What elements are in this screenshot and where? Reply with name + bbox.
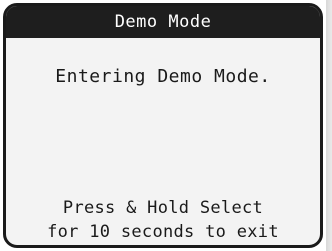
device-bezel-edge: [326, 0, 332, 251]
device-screen: Demo Mode Entering Demo Mode. Press & Ho…: [3, 3, 323, 248]
instruction-line-2: for 10 seconds to exit: [47, 222, 279, 242]
instruction-line-1: Press & Hold Select: [62, 198, 264, 218]
screen-title: Demo Mode: [114, 12, 212, 32]
status-message: Entering Demo Mode.: [55, 66, 271, 87]
exit-instructions: Press & Hold Select for 10 seconds to ex…: [6, 196, 320, 244]
title-bar: Demo Mode: [6, 6, 320, 38]
